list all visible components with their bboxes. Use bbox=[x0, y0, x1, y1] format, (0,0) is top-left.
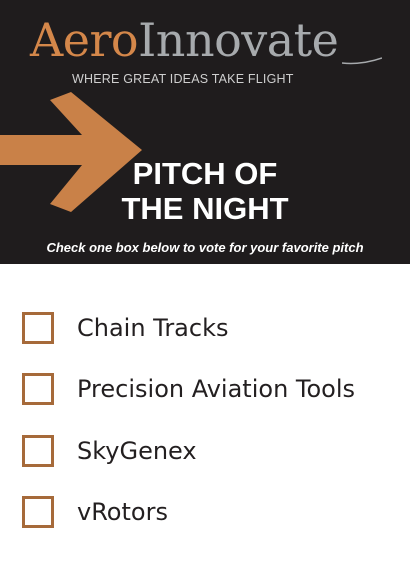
vote-option-precision-aviation-tools[interactable]: Precision Aviation Tools bbox=[22, 369, 355, 409]
voting-instructions: Check one box below to vote for your fav… bbox=[46, 240, 364, 255]
checkbox-icon[interactable] bbox=[22, 435, 54, 467]
vote-option-vrotors[interactable]: vRotors bbox=[22, 492, 168, 532]
checkbox-icon[interactable] bbox=[22, 312, 54, 344]
title-line-2: THE NIGHT bbox=[121, 191, 289, 226]
checkbox-icon[interactable] bbox=[22, 496, 54, 528]
option-label: Chain Tracks bbox=[77, 314, 229, 342]
logo-text-aero: Aero bbox=[30, 13, 139, 67]
logo-swoosh-icon bbox=[342, 57, 382, 65]
option-label: SkyGenex bbox=[77, 437, 197, 465]
checkbox-icon[interactable] bbox=[22, 373, 54, 405]
vote-option-chain-tracks[interactable]: Chain Tracks bbox=[22, 308, 229, 348]
title-line-1: PITCH OF bbox=[132, 156, 278, 191]
ballot-options: Chain Tracks Precision Aviation Tools Sk… bbox=[0, 264, 410, 580]
aeroinnovate-logo: AeroInnovate bbox=[30, 10, 339, 70]
page-title: PITCH OF THE NIGHT bbox=[90, 156, 320, 226]
vote-option-skygenex[interactable]: SkyGenex bbox=[22, 431, 197, 471]
header-banner: AeroInnovate WHERE GREAT IDEAS TAKE FLIG… bbox=[0, 0, 410, 264]
option-label: vRotors bbox=[77, 498, 168, 526]
logo-text-innovate: Innovate bbox=[138, 13, 339, 67]
tagline: WHERE GREAT IDEAS TAKE FLIGHT bbox=[72, 72, 294, 86]
option-label: Precision Aviation Tools bbox=[77, 375, 356, 403]
